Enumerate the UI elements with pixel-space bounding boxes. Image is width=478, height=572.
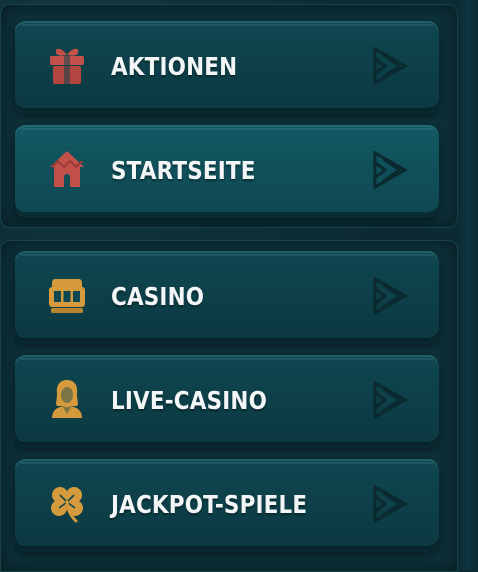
menu-item-startseite[interactable]: STARTSEITE (15, 125, 439, 215)
menu-group-games: CASINO LIVE-CASINO JACKPOT-SPIELE (0, 240, 458, 572)
menu-item-label: JACKPOT-SPIELE (111, 489, 308, 519)
play-arrow-icon (371, 484, 409, 524)
hut-icon (47, 147, 87, 191)
dealer-icon (47, 377, 87, 421)
menu-item-label: LIVE-CASINO (111, 385, 268, 415)
play-arrow-icon (371, 380, 409, 420)
menu-item-label: STARTSEITE (111, 155, 256, 185)
play-arrow-icon (371, 150, 409, 190)
menu-item-jackpot-spiele[interactable]: JACKPOT-SPIELE (15, 459, 439, 549)
play-arrow-icon (371, 276, 409, 316)
menu-item-label: AKTIONEN (111, 51, 238, 81)
item-edge-highlight (21, 254, 433, 256)
menu-item-live-casino[interactable]: LIVE-CASINO (15, 355, 439, 445)
menu-item-casino[interactable]: CASINO (15, 251, 439, 341)
menu-item-label: CASINO (111, 281, 205, 311)
clover-icon (47, 481, 87, 525)
slot-machine-icon (47, 273, 87, 317)
gift-icon (47, 43, 87, 87)
play-arrow-icon (371, 46, 409, 86)
menu-item-aktionen[interactable]: AKTIONEN (15, 21, 439, 111)
menu-group-primary: AKTIONEN STARTSEITE (0, 4, 458, 228)
